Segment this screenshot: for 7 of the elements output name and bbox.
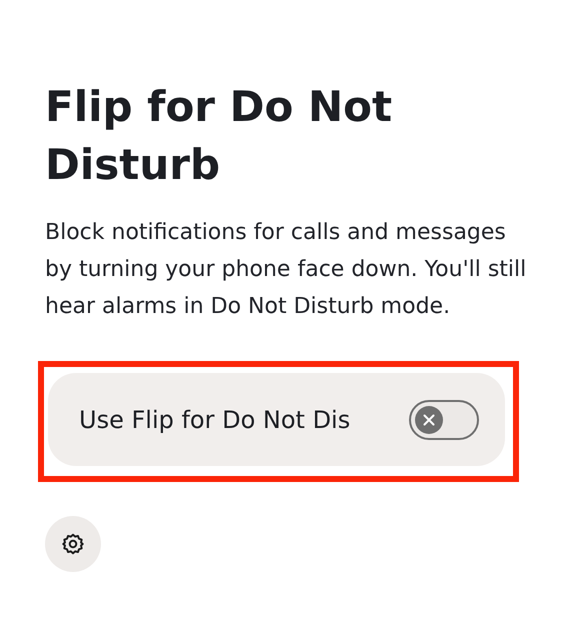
toggle-switch[interactable]	[409, 400, 479, 440]
toggle-thumb-icon	[415, 406, 443, 434]
switch-label: Use Flip for Do Not Dis	[79, 406, 350, 434]
switch-card[interactable]: Use Flip for Do Not Dis	[48, 373, 505, 466]
description-text: Block notifications for calls and messages by turning your phone face down. You'll still hear alarms in Do Not Disturb mode.	[45, 219, 528, 321]
settings-icon	[60, 531, 86, 557]
page-title: Flip for Do Not Disturb	[45, 81, 394, 191]
